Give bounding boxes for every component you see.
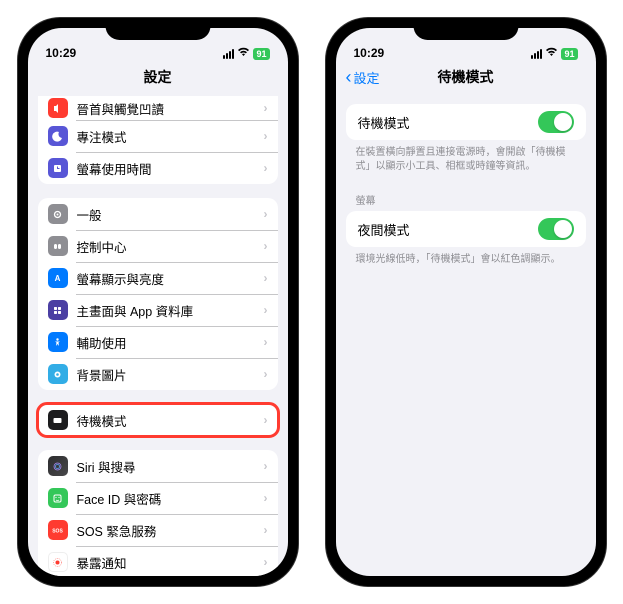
settings-group-3: Siri 與搜尋 › Face ID 與密碼 › SOS SOS 緊急服務 ›	[38, 450, 278, 576]
wifi-icon	[237, 47, 250, 60]
row-label: 控制中心	[77, 237, 255, 256]
settings-row-accessibility[interactable]: 輔助使用 ›	[38, 326, 278, 358]
chevron-right-icon: ›	[264, 161, 268, 175]
standby-group: 待機模式	[346, 104, 586, 140]
chevron-right-icon: ›	[264, 523, 268, 537]
row-label: 背景圖片	[77, 365, 255, 384]
accessibility-icon	[48, 332, 68, 352]
phone-frame-left: 10:29 91 設定 晉首與觸覺凹讀 ›	[18, 18, 298, 586]
settings-row-siri[interactable]: Siri 與搜尋 ›	[38, 450, 278, 482]
wallpaper-icon	[48, 364, 68, 384]
row-label: 夜間模式	[358, 220, 538, 239]
standby-icon	[48, 410, 68, 430]
svg-text:SOS: SOS	[52, 528, 63, 534]
night-toggle[interactable]	[538, 218, 574, 240]
chevron-right-icon: ›	[264, 491, 268, 505]
signal-icon	[531, 49, 542, 59]
settings-row-control-center[interactable]: 控制中心 ›	[38, 230, 278, 262]
chevron-right-icon: ›	[264, 367, 268, 381]
row-label: SOS 緊急服務	[77, 521, 255, 540]
standby-toggle-row[interactable]: 待機模式	[346, 104, 586, 140]
settings-row-standby[interactable]: 待機模式 ›	[38, 404, 278, 436]
chevron-right-icon: ›	[264, 335, 268, 349]
screen-right: 10:29 91 ‹ 設定 待機模式 待機模式	[336, 28, 596, 576]
settings-group-standby-highlight: 待機模式 ›	[38, 404, 278, 436]
night-toggle-row[interactable]: 夜間模式	[346, 211, 586, 247]
control-center-icon	[48, 236, 68, 256]
screen-section-header: 螢幕	[336, 188, 596, 211]
standby-settings[interactable]: 待機模式 在裝置橫向靜置且連接電源時，會開啟「待機模式」以顯示小工具、相框或時鐘…	[336, 92, 596, 576]
night-group: 夜間模式	[346, 211, 586, 247]
faceid-icon	[48, 488, 68, 508]
notch	[105, 18, 210, 40]
row-label: 一般	[77, 205, 255, 224]
back-label: 設定	[354, 68, 380, 87]
row-label: 主畫面與 App 資料庫	[77, 301, 255, 320]
status-icons: 91	[223, 47, 269, 60]
row-label: 晉首與觸覺凹讀	[77, 99, 255, 118]
back-button[interactable]: ‹ 設定	[346, 68, 380, 87]
chevron-right-icon: ›	[264, 207, 268, 221]
focus-icon	[48, 126, 68, 146]
row-label: 待機模式	[77, 411, 255, 430]
battery-icon: 91	[561, 48, 577, 60]
settings-row-faceid[interactable]: Face ID 與密碼 ›	[38, 482, 278, 514]
settings-row-general[interactable]: 一般 ›	[38, 198, 278, 230]
general-icon	[48, 204, 68, 224]
sos-icon: SOS	[48, 520, 68, 540]
battery-icon: 91	[253, 48, 269, 60]
standby-footer: 在裝置橫向靜置且連接電源時，會開啟「待機模式」以顯示小工具、相框或時鐘等資訊。	[336, 140, 596, 174]
chevron-right-icon: ›	[264, 413, 268, 427]
nav-bar: ‹ 設定 待機模式	[336, 62, 596, 92]
page-title: 待機模式	[438, 67, 494, 87]
settings-row-focus[interactable]: 專注模式 ›	[38, 120, 278, 152]
row-label: 螢幕顯示與亮度	[77, 269, 255, 288]
settings-row-display[interactable]: A 螢幕顯示與亮度 ›	[38, 262, 278, 294]
notch	[413, 18, 518, 40]
screentime-icon	[48, 158, 68, 178]
row-label: 暴露通知	[77, 553, 255, 572]
settings-row-wallpaper[interactable]: 背景圖片 ›	[38, 358, 278, 390]
homescreen-icon	[48, 300, 68, 320]
signal-icon	[223, 49, 234, 59]
settings-row-homescreen[interactable]: 主畫面與 App 資料庫 ›	[38, 294, 278, 326]
settings-group-0: 晉首與觸覺凹讀 › 專注模式 › 螢幕使用時間 ›	[38, 96, 278, 184]
standby-toggle[interactable]	[538, 111, 574, 133]
nav-bar: 設定	[28, 62, 288, 92]
phone-frame-right: 10:29 91 ‹ 設定 待機模式 待機模式	[326, 18, 606, 586]
settings-row-sos[interactable]: SOS SOS 緊急服務 ›	[38, 514, 278, 546]
status-time: 10:29	[46, 46, 77, 60]
chevron-right-icon: ›	[264, 129, 268, 143]
row-label: 待機模式	[358, 113, 538, 132]
chevron-right-icon: ›	[264, 101, 268, 115]
exposure-icon	[48, 552, 68, 572]
chevron-right-icon: ›	[264, 555, 268, 569]
siri-icon	[48, 456, 68, 476]
settings-list[interactable]: 晉首與觸覺凹讀 › 專注模式 › 螢幕使用時間 ›	[28, 92, 288, 576]
settings-group-1: 一般 › 控制中心 › A 螢幕顯示與亮度 ›	[38, 198, 278, 390]
chevron-right-icon: ›	[264, 239, 268, 253]
night-footer: 環境光線低時，「待機模式」會以紅色調顯示。	[336, 247, 596, 267]
row-label: 螢幕使用時間	[77, 159, 255, 178]
status-icons: 91	[531, 47, 577, 60]
row-label: 專注模式	[77, 127, 255, 146]
screen-left: 10:29 91 設定 晉首與觸覺凹讀 ›	[28, 28, 288, 576]
wifi-icon	[545, 47, 558, 60]
page-title: 設定	[144, 67, 172, 87]
display-icon: A	[48, 268, 68, 288]
row-label: Face ID 與密碼	[77, 489, 255, 508]
row-label: 輔助使用	[77, 333, 255, 352]
chevron-right-icon: ›	[264, 271, 268, 285]
status-time: 10:29	[354, 46, 385, 60]
svg-text:A: A	[55, 274, 61, 283]
chevron-right-icon: ›	[264, 303, 268, 317]
settings-row-exposure[interactable]: 暴露通知 ›	[38, 546, 278, 576]
chevron-right-icon: ›	[264, 459, 268, 473]
sounds-icon	[48, 98, 68, 118]
chevron-left-icon: ‹	[346, 68, 352, 86]
settings-row-sounds[interactable]: 晉首與觸覺凹讀 ›	[38, 96, 278, 120]
settings-row-screentime[interactable]: 螢幕使用時間 ›	[38, 152, 278, 184]
row-label: Siri 與搜尋	[77, 457, 255, 476]
